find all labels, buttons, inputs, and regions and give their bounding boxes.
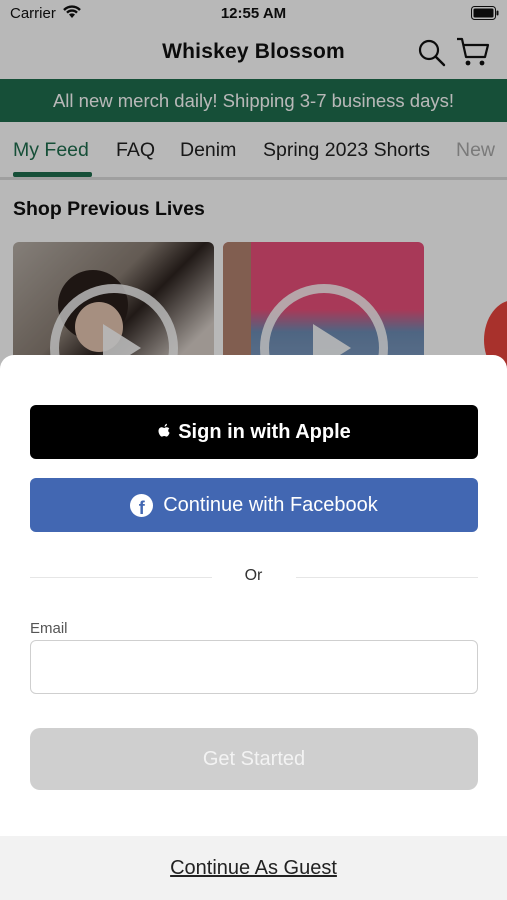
or-divider-text: Or — [244, 567, 263, 584]
apple-icon — [158, 423, 170, 437]
guest-bar: Continue As Guest — [0, 836, 507, 900]
login-bottom-sheet: Sign in with Apple f Continue with Faceb… — [0, 355, 507, 900]
continue-as-guest-link[interactable]: Continue As Guest — [170, 857, 337, 880]
sign-in-with-apple-button[interactable]: Sign in with Apple — [30, 405, 478, 459]
divider-line — [296, 577, 478, 578]
email-label: Email — [30, 620, 68, 637]
apple-button-label: Sign in with Apple — [178, 420, 351, 443]
facebook-button-label: Continue with Facebook — [163, 493, 378, 516]
get-started-button[interactable]: Get Started — [30, 728, 478, 790]
continue-with-facebook-button[interactable]: f Continue with Facebook — [30, 478, 478, 532]
facebook-icon: f — [130, 493, 154, 517]
email-field[interactable] — [30, 640, 478, 694]
